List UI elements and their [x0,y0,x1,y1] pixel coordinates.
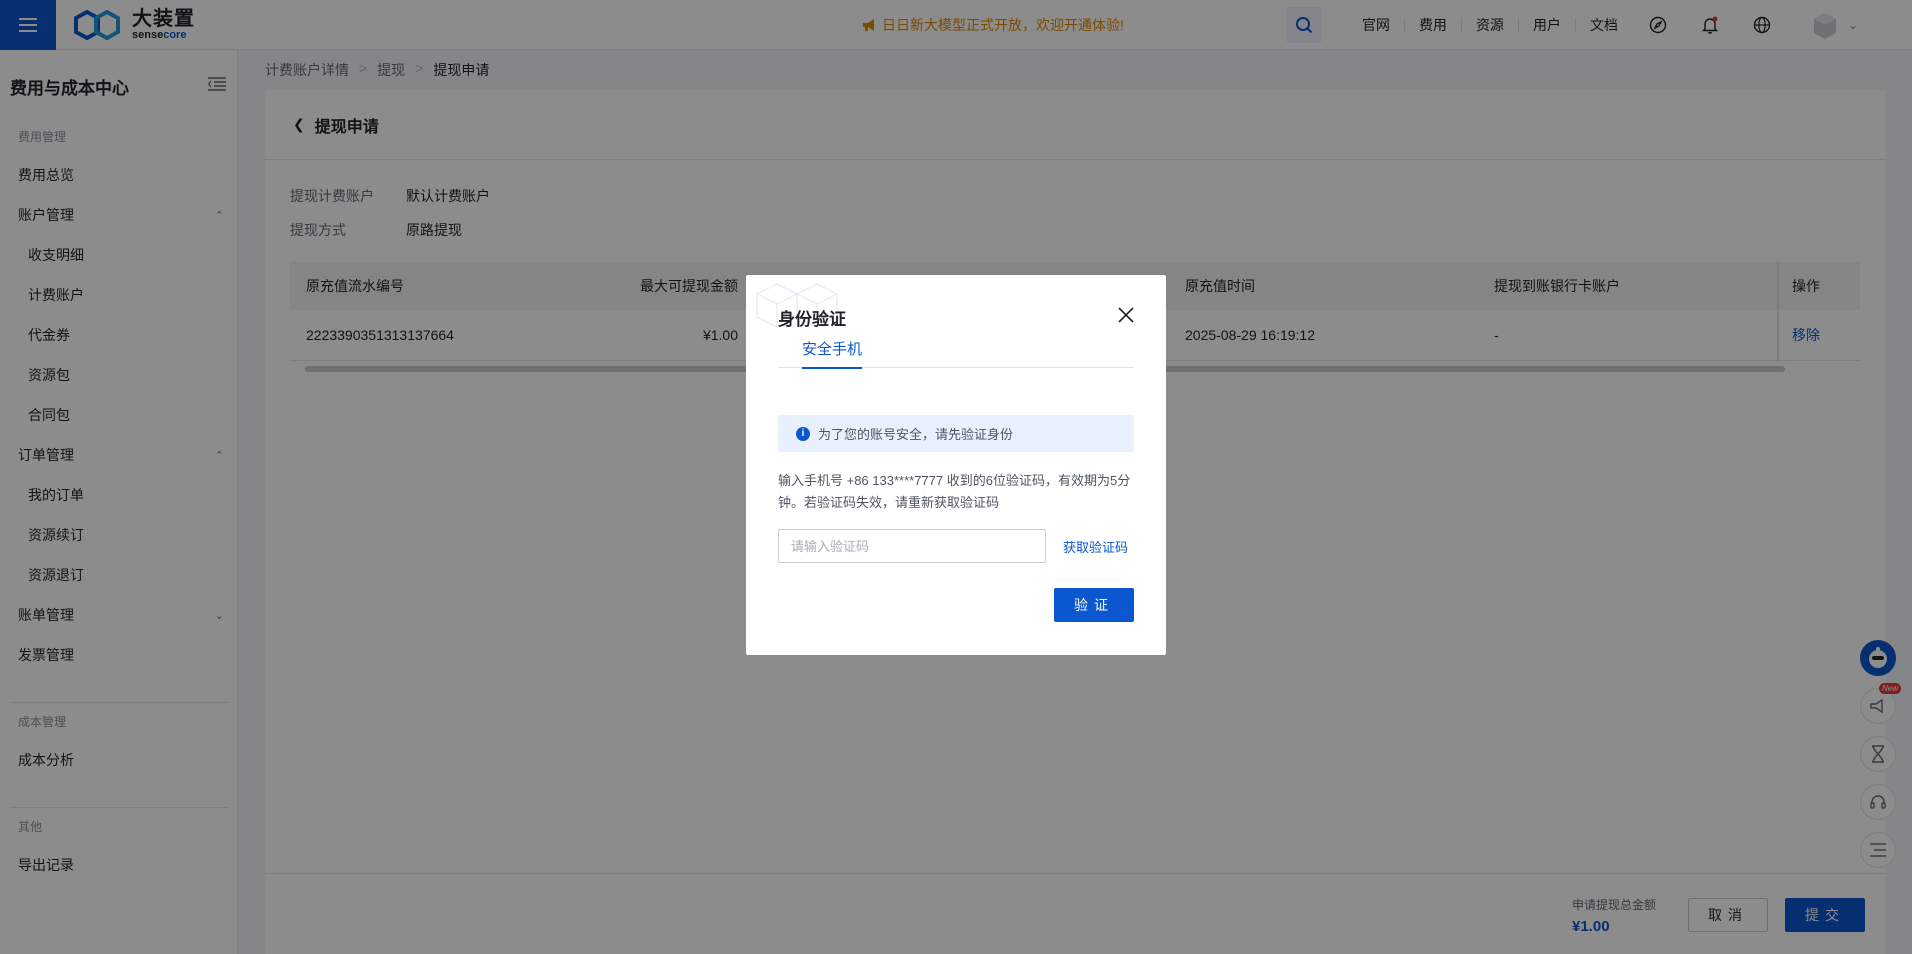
info-icon: i [796,426,810,441]
identity-verification-dialog: 身份验证 安全手机 i 为了您的账号安全，请先验证身份 输入手机号 +86 13… [746,275,1166,655]
verify-button[interactable]: 验证 [1054,588,1134,622]
get-code-link[interactable]: 获取验证码 [1063,537,1128,556]
close-icon[interactable] [1114,303,1138,327]
verification-description: 输入手机号 +86 133****7777 收到的6位验证码，有效期为5分钟。若… [778,473,1131,510]
security-notice: i 为了您的账号安全，请先验证身份 [778,415,1134,452]
tab-secure-phone[interactable]: 安全手机 [802,338,863,369]
dialog-tabs: 安全手机 [778,338,1134,369]
dialog-title: 身份验证 [778,310,846,329]
notice-text: 为了您的账号安全，请先验证身份 [818,427,1014,442]
verification-code-input[interactable] [778,529,1046,563]
